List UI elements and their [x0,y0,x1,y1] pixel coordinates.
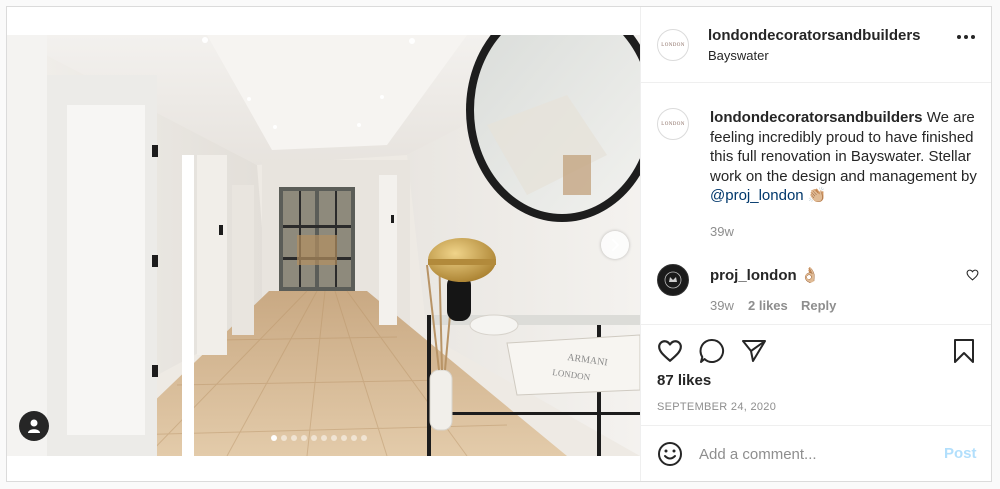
account-username[interactable]: londondecoratorsandbuilders [708,27,921,44]
post-header: LONDON londondecoratorsandbuilders Baysw… [641,7,991,83]
avatar-logo-text: LONDON [661,121,685,127]
comments-section: LONDON londondecoratorsandbuilders We ar… [641,84,991,324]
comment-input[interactable] [699,443,929,465]
post-photo: ARMANI LONDON [7,35,640,456]
paper-plane-icon [742,340,766,362]
speech-bubble-icon [699,338,724,363]
tagged-users-button[interactable] [19,411,49,441]
like-comment-button[interactable] [966,268,979,286]
post-media: ARMANI LONDON [7,7,640,481]
commenter-avatar[interactable] [657,264,689,296]
carousel-dot [331,435,337,441]
more-dot-icon [957,35,961,39]
carousel-dot [301,435,307,441]
comment-likes-label: 2 likes [748,298,788,313]
caption-mention-link[interactable]: @proj_london [710,187,804,204]
carousel-dot [361,435,367,441]
bookmark-icon [954,339,974,363]
share-button[interactable] [741,339,767,368]
carousel-dot [291,435,297,441]
chevron-right-icon [612,239,619,251]
add-comment-bar: Post [641,425,991,481]
comment-button[interactable] [699,338,725,369]
post-date[interactable]: SEPTEMBER 24, 2020 [657,401,776,413]
heart-outline-icon [966,269,979,281]
instagram-post: ARMANI LONDON LONDON londondecoratorsand… [6,6,992,482]
caption-avatar[interactable]: LONDON [657,108,689,140]
post-location[interactable]: Bayswater [708,48,769,63]
comment: proj_london 👌🏼 [710,266,820,284]
hallway-photo: ARMANI LONDON [7,35,640,456]
carousel-dot [271,435,277,441]
smiley-icon [658,442,682,466]
heart-outline-icon [658,340,682,362]
avatar-logo-text: LONDON [661,42,685,48]
carousel-dot [281,435,287,441]
reply-button[interactable]: Reply [801,298,836,313]
emoji-button[interactable] [657,441,683,472]
caption-username[interactable]: londondecoratorsandbuilders [710,109,923,126]
more-dot-icon [971,35,975,39]
post-details-panel: LONDON londondecoratorsandbuilders Baysw… [640,7,991,481]
user-icon [28,419,40,433]
caption: londondecoratorsandbuilders We are feeli… [710,108,982,206]
likes-count[interactable]: 87 likes [657,372,711,389]
crest-icon [664,271,682,289]
more-dot-icon [964,35,968,39]
account-avatar[interactable]: LONDON [657,29,689,61]
save-button[interactable] [953,338,975,369]
carousel-dot [351,435,357,441]
post-actions: 87 likes SEPTEMBER 24, 2020 [641,324,991,424]
like-button[interactable] [657,339,683,368]
comment-age[interactable]: 39w [710,298,734,313]
carousel-dot [321,435,327,441]
carousel-dot [311,435,317,441]
comment-likes-button[interactable]: 2 likes [748,298,788,313]
carousel-indicator [271,435,367,441]
carousel-dot [341,435,347,441]
post-comment-button[interactable]: Post [944,445,977,462]
clap-emoji: 👏🏼 [807,187,827,204]
comment-username[interactable]: proj_london [710,267,797,284]
next-slide-button[interactable] [601,231,629,259]
ok-hand-emoji: 👌🏼 [800,267,820,284]
reply-label: Reply [801,298,837,313]
caption-age[interactable]: 39w [710,224,734,239]
more-options-button[interactable] [957,35,975,39]
